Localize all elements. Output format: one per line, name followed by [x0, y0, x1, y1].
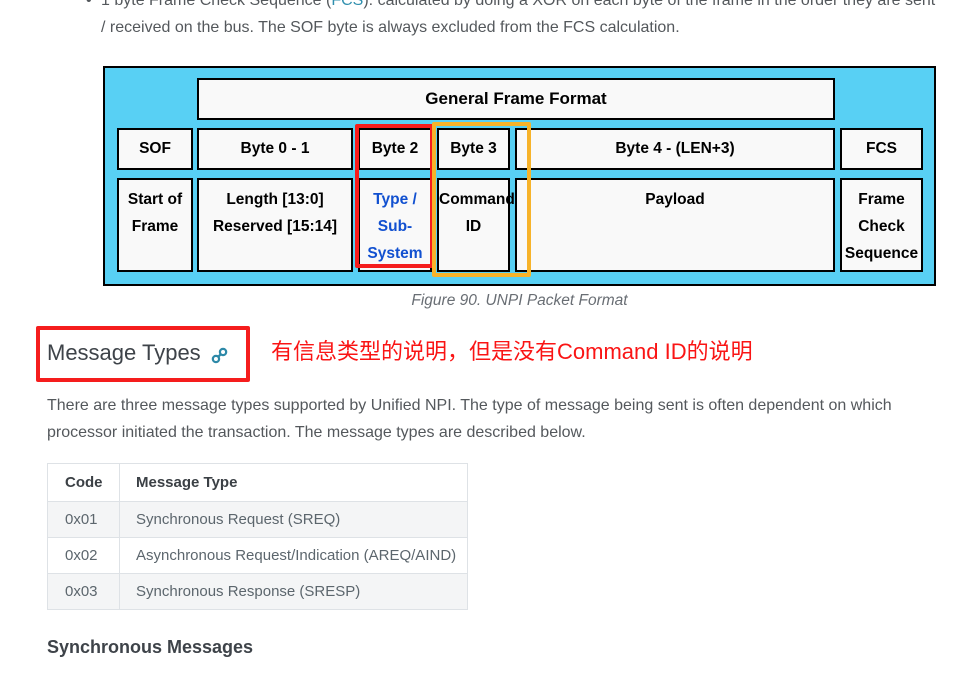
message-types-heading-label: Message Types — [47, 340, 201, 365]
bullet-item-fcs: • 1 byte Frame Check Sequence (FCS): cal… — [86, 0, 938, 41]
diagram-cell-payload: Payload — [515, 178, 835, 272]
diagram-cell-length: Length [13:0] Reserved [15:14] — [197, 178, 353, 272]
diagram-header-byte4: Byte 4 - (LEN+3) — [515, 128, 835, 170]
bullet-marker: • — [86, 0, 92, 9]
table-row: 0x03 Synchronous Response (SRESP) — [48, 573, 467, 609]
permalink-icon[interactable] — [211, 347, 228, 364]
diagram-cell-frame-check-sequence: Frame Check Sequence — [840, 178, 923, 272]
figure-caption: Figure 90. UNPI Packet Format — [411, 292, 628, 309]
table-header-row: Code Message Type — [48, 464, 467, 501]
column-header-code: Code — [48, 464, 120, 501]
table-row: 0x01 Synchronous Request (SREQ) — [48, 501, 467, 537]
diagram-cell-start-of-frame: Start of Frame — [117, 178, 193, 272]
diagram-title: General Frame Format — [197, 78, 835, 120]
diagram-header-sof: SOF — [117, 128, 193, 170]
bullet-text-before: 1 byte Frame Check Sequence ( — [101, 0, 332, 9]
cell-code: 0x03 — [48, 574, 120, 609]
synchronous-messages-heading: Synchronous Messages — [47, 637, 254, 657]
bullet-text: 1 byte Frame Check Sequence (FCS): calcu… — [101, 0, 938, 41]
diagram-header-fcs: FCS — [840, 128, 923, 170]
fcs-link[interactable]: FCS — [331, 0, 363, 9]
cell-code: 0x02 — [48, 538, 120, 573]
message-types-paragraph: There are three message types supported … — [47, 397, 892, 441]
yellow-annotation-box-byte3 — [432, 122, 531, 277]
column-header-message-type: Message Type — [136, 474, 238, 491]
cell-message-type: Synchronous Response (SRESP) — [136, 583, 361, 600]
message-types-heading: Message Types — [47, 340, 228, 366]
documentation-page: • 1 byte Frame Check Sequence (FCS): cal… — [0, 0, 965, 683]
chinese-annotation: 有信息类型的说明，但是没有Command ID的说明 — [271, 339, 753, 364]
cell-message-type: Asynchronous Request/Indication (AREQ/AI… — [136, 547, 457, 564]
table-row: 0x02 Asynchronous Request/Indication (AR… — [48, 537, 467, 573]
red-annotation-box-byte2 — [355, 124, 434, 268]
message-types-table: Code Message Type 0x01 Synchronous Reque… — [47, 463, 468, 610]
cell-code: 0x01 — [48, 502, 120, 537]
cell-message-type: Synchronous Request (SREQ) — [136, 511, 341, 528]
diagram-header-byte01: Byte 0 - 1 — [197, 128, 353, 170]
